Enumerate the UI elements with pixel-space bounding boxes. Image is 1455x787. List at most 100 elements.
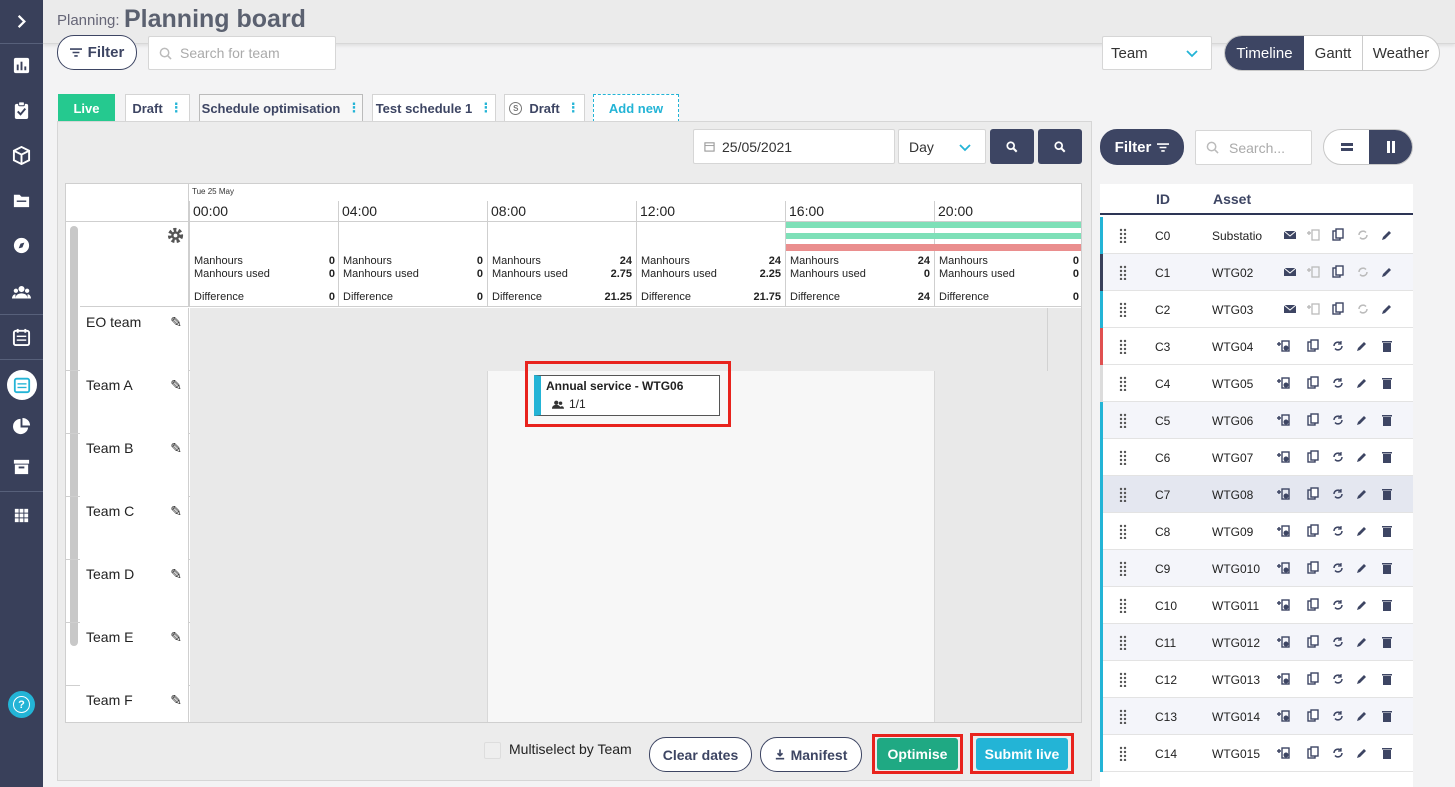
clipboard-check-icon[interactable]	[0, 90, 43, 130]
copy-icon[interactable]	[1306, 635, 1320, 649]
view-weather-button[interactable]: Weather	[1363, 36, 1439, 70]
drag-handle-icon[interactable]	[1119, 376, 1127, 391]
edit-pencil-icon[interactable]	[1380, 302, 1394, 316]
copy-icon[interactable]	[1306, 672, 1320, 686]
tab-menu-icon[interactable]: ⋮	[479, 100, 492, 116]
edit-pencil-icon[interactable]	[1355, 709, 1369, 723]
asset-row[interactable]: C7 WTG08	[1100, 476, 1413, 513]
column-header-id[interactable]: ID	[1156, 191, 1170, 207]
add-task-icon[interactable]	[1276, 635, 1290, 649]
drag-handle-icon[interactable]	[1119, 228, 1127, 243]
edit-pencil-icon[interactable]: ✎	[170, 566, 182, 583]
edit-pencil-icon[interactable]	[1355, 561, 1369, 575]
asset-search-input[interactable]: Search...	[1195, 130, 1312, 165]
timeline-cell[interactable]	[487, 560, 934, 623]
help-icon[interactable]: ?	[8, 691, 35, 718]
columns-layout-icon[interactable]	[1369, 130, 1412, 164]
clear-dates-button[interactable]: Clear dates	[649, 737, 752, 772]
timeline-cell[interactable]	[934, 560, 1081, 623]
timeline-cell[interactable]	[934, 371, 1081, 434]
sync-icon[interactable]	[1331, 376, 1345, 390]
add-task-icon[interactable]	[1276, 413, 1290, 427]
timeline-cell[interactable]	[487, 623, 934, 686]
timeline-cell[interactable]	[487, 686, 934, 722]
filter-button[interactable]: Filter	[57, 35, 137, 70]
timeline-cell[interactable]	[190, 686, 487, 722]
timeline-cell[interactable]	[487, 497, 934, 560]
copy-icon[interactable]	[1306, 339, 1320, 353]
archive-icon[interactable]	[0, 446, 43, 486]
delete-icon[interactable]	[1380, 524, 1394, 538]
asset-row[interactable]: C13 WTG014	[1100, 698, 1413, 735]
multiselect-checkbox[interactable]	[484, 742, 501, 759]
mail-icon[interactable]	[1283, 265, 1297, 279]
sync-icon[interactable]	[1331, 413, 1345, 427]
drag-handle-icon[interactable]	[1119, 635, 1127, 650]
view-gantt-button[interactable]: Gantt	[1304, 36, 1363, 70]
copy-icon[interactable]	[1306, 709, 1320, 723]
timeline-cell[interactable]	[934, 686, 1081, 722]
drag-handle-icon[interactable]	[1119, 746, 1127, 761]
edit-pencil-icon[interactable]	[1355, 413, 1369, 427]
copy-icon[interactable]	[1306, 561, 1320, 575]
delete-icon[interactable]	[1380, 413, 1394, 427]
copy-icon[interactable]	[1306, 487, 1320, 501]
mail-icon[interactable]	[1283, 302, 1297, 316]
sync-icon[interactable]	[1331, 598, 1345, 612]
expand-chevron-icon[interactable]	[0, 1, 43, 41]
drag-handle-icon[interactable]	[1119, 709, 1127, 724]
edit-pencil-icon[interactable]: ✎	[170, 692, 182, 709]
delete-icon[interactable]	[1380, 561, 1394, 575]
edit-pencil-icon[interactable]: ✎	[170, 314, 182, 331]
timeline-cell[interactable]	[934, 497, 1081, 560]
delete-icon[interactable]	[1380, 598, 1394, 612]
sync-icon[interactable]	[1331, 672, 1345, 686]
add-task-icon[interactable]	[1276, 376, 1290, 390]
copy-icon[interactable]	[1306, 598, 1320, 612]
manifest-button[interactable]: Manifest	[760, 737, 862, 772]
delete-icon[interactable]	[1380, 635, 1394, 649]
asset-filter-button[interactable]: Filter	[1100, 129, 1184, 165]
asset-row[interactable]: C2 WTG03	[1100, 291, 1413, 328]
add-task-icon[interactable]	[1276, 524, 1290, 538]
copy-icon[interactable]	[1331, 228, 1345, 242]
planning-board-icon[interactable]	[0, 363, 43, 407]
asset-row[interactable]: C4 WTG05	[1100, 365, 1413, 402]
edit-pencil-icon[interactable]	[1355, 598, 1369, 612]
drag-handle-icon[interactable]	[1119, 450, 1127, 465]
tab-menu-icon[interactable]: ⋮	[567, 100, 580, 116]
group-select[interactable]: Team	[1102, 36, 1212, 70]
add-task-icon[interactable]	[1276, 709, 1290, 723]
add-task-icon[interactable]	[1276, 672, 1290, 686]
copy-icon[interactable]	[1331, 265, 1345, 279]
settings-gear-icon[interactable]	[166, 226, 185, 245]
sync-icon[interactable]	[1331, 746, 1345, 760]
dashboard-chart-icon[interactable]	[0, 45, 43, 85]
tab-test-schedule[interactable]: Test schedule 1 ⋮	[372, 94, 496, 121]
delete-icon[interactable]	[1380, 450, 1394, 464]
sync-icon[interactable]	[1331, 487, 1345, 501]
edit-pencil-icon[interactable]: ✎	[170, 377, 182, 394]
drag-handle-icon[interactable]	[1119, 672, 1127, 687]
add-task-icon[interactable]	[1276, 598, 1290, 612]
add-task-icon[interactable]	[1276, 487, 1290, 501]
asset-row[interactable]: C9 WTG010	[1100, 550, 1413, 587]
asset-row[interactable]: C11 WTG012	[1100, 624, 1413, 661]
edit-pencil-icon[interactable]: ✎	[170, 629, 182, 646]
edit-pencil-icon[interactable]	[1355, 339, 1369, 353]
tab-draft-2[interactable]: S Draft ⋮	[504, 94, 585, 121]
drag-handle-icon[interactable]	[1119, 302, 1127, 317]
sync-icon[interactable]	[1331, 561, 1345, 575]
edit-pencil-icon[interactable]: ✎	[170, 440, 182, 457]
edit-pencil-icon[interactable]	[1355, 635, 1369, 649]
tab-live[interactable]: Live	[58, 94, 115, 121]
apps-grid-icon[interactable]	[0, 495, 43, 535]
edit-pencil-icon[interactable]	[1355, 376, 1369, 390]
folder-icon[interactable]	[0, 180, 43, 220]
edit-pencil-icon[interactable]	[1355, 487, 1369, 501]
tab-schedule-optimisation[interactable]: Schedule optimisation ⋮	[199, 94, 363, 121]
tab-menu-icon[interactable]: ⋮	[170, 100, 183, 116]
copy-icon[interactable]	[1306, 413, 1320, 427]
box-icon[interactable]	[0, 135, 43, 175]
pie-chart-icon[interactable]	[0, 406, 43, 446]
